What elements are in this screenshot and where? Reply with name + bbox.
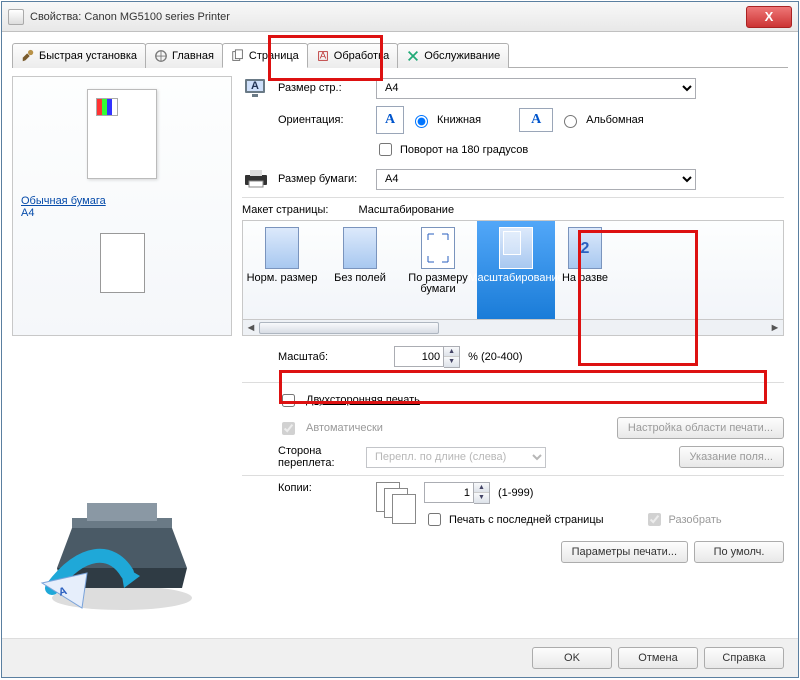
auto-duplex-checkbox — [282, 422, 295, 435]
scroll-left-arrow[interactable]: ◄ — [243, 322, 259, 334]
rotate180-label: Поворот на 180 градусов — [400, 144, 528, 156]
page-size-select[interactable]: A4 — [376, 78, 696, 99]
preview-panel: Обычная бумага A4 — [12, 76, 232, 336]
layout-item-scaled[interactable]: Масштабирование — [477, 221, 555, 319]
tab-quick-setup[interactable]: Быстрая установка — [12, 43, 146, 68]
collate-label: Разобрать — [669, 514, 722, 526]
tab-page[interactable]: Страница — [222, 43, 308, 68]
help-button[interactable]: Справка — [704, 647, 784, 669]
copies-down[interactable]: ▼ — [474, 493, 489, 503]
duplex-checkbox[interactable] — [282, 394, 295, 407]
tab-processing[interactable]: A Обработка — [307, 43, 398, 68]
tab-maintenance[interactable]: Обслуживание — [397, 43, 509, 68]
copies-up[interactable]: ▲ — [474, 483, 489, 493]
window-title: Свойства: Canon MG5100 series Printer — [30, 11, 746, 23]
layout-item-label: На разве — [562, 273, 608, 284]
ok-button[interactable]: OK — [532, 647, 612, 669]
from-last-checkbox[interactable] — [428, 513, 441, 526]
wrench-icon — [21, 49, 35, 63]
stamp-icon: A — [316, 49, 330, 63]
printer-illustration: A — [12, 473, 232, 623]
orientation-row: Ориентация: A Книжная A Альбомная — [242, 106, 784, 134]
margin-button: Указание поля... — [679, 446, 784, 468]
print-area-button: Настройка области печати... — [617, 417, 784, 439]
scale-range: % (20-400) — [468, 351, 522, 363]
tab-label: Главная — [172, 50, 214, 62]
paper-size-row: Размер бумаги: A4 — [242, 167, 784, 191]
tools-icon — [406, 49, 420, 63]
globe-icon — [154, 49, 168, 63]
copies-spinner[interactable]: ▲▼ — [424, 482, 490, 504]
pages-icon — [231, 49, 245, 63]
app-icon — [8, 9, 24, 25]
portrait-icon: A — [376, 106, 404, 134]
auto-duplex-label: Автоматически — [306, 422, 383, 434]
scale-row: Масштаб: ▲▼ % (20-400) — [242, 346, 784, 368]
layout-item-label: Без полей — [334, 273, 386, 284]
layout-item-normal[interactable]: Норм. размер — [243, 221, 321, 319]
print-params-button[interactable]: Параметры печати... — [561, 541, 688, 563]
preview-info: Обычная бумага A4 — [21, 195, 223, 219]
svg-text:A: A — [320, 51, 327, 62]
landscape-icon: A — [519, 108, 553, 132]
layout-item-label: Норм. размер — [247, 273, 318, 284]
tab-label: Обслуживание — [424, 50, 500, 62]
dialog-footer: OK Отмена Справка — [2, 638, 798, 677]
rotate180-row: Поворот на 180 градусов — [342, 140, 784, 159]
cancel-button[interactable]: Отмена — [618, 647, 698, 669]
page-preview-thumb — [87, 89, 157, 179]
binding-side-label: Сторона переплета: — [278, 445, 358, 469]
scroll-right-arrow[interactable]: ► — [767, 322, 783, 334]
layout-item-fit[interactable]: По размеру бумаги — [399, 221, 477, 319]
layout-scrollbar[interactable]: ◄ ► — [242, 320, 784, 336]
printer-properties-window: Свойства: Canon MG5100 series Printer X … — [1, 1, 799, 678]
layout-item-borderless[interactable]: Без полей — [321, 221, 399, 319]
svg-text:A: A — [251, 80, 259, 92]
scale-input[interactable] — [394, 346, 444, 367]
paper-size-select[interactable]: A4 — [376, 169, 696, 190]
tab-main[interactable]: Главная — [145, 43, 223, 68]
layout-gallery: Норм. размер Без полей По размеру бумаги… — [242, 220, 784, 320]
preview-paper-type: Обычная бумага — [21, 195, 106, 207]
layout-label: Макет страницы: — [242, 204, 328, 216]
printer-icon — [242, 167, 270, 191]
paper-size-label: Размер бумаги: — [278, 173, 368, 185]
layout-item-multi[interactable]: 2На разве — [555, 221, 615, 319]
rotate180-checkbox[interactable] — [379, 143, 392, 156]
layout-item-label: Масштабирование — [468, 273, 564, 284]
tab-label: Быстрая установка — [39, 50, 137, 62]
landscape-radio[interactable] — [564, 115, 577, 128]
portrait-radio[interactable] — [415, 115, 428, 128]
copies-input[interactable] — [424, 482, 474, 503]
scale-label: Масштаб: — [278, 351, 328, 363]
layout-selected-name: Масштабирование — [358, 204, 454, 216]
from-last-label: Печать с последней страницы — [449, 514, 604, 526]
scale-spinner[interactable]: ▲▼ — [394, 346, 460, 368]
portrait-label: Книжная — [437, 114, 481, 126]
collate-checkbox — [648, 513, 661, 526]
small-page-preview — [100, 233, 145, 293]
tab-strip: Быстрая установка Главная Страница A Обр… — [12, 42, 788, 68]
tab-label: Обработка — [334, 50, 389, 62]
page-size-label: Размер стр.: — [278, 82, 368, 94]
layout-item-label: По размеру бумаги — [399, 273, 477, 295]
landscape-label: Альбомная — [586, 114, 644, 126]
binding-side-select: Перепл. по длине (слева) — [366, 447, 546, 468]
defaults-button[interactable]: По умолч. — [694, 541, 784, 563]
scroll-thumb[interactable] — [259, 322, 439, 334]
close-button[interactable]: X — [746, 6, 792, 28]
copies-range: (1-999) — [498, 487, 533, 499]
spin-up[interactable]: ▲ — [444, 347, 459, 357]
duplex-label: Двухсторонняя печать — [306, 394, 420, 406]
orientation-label: Ориентация: — [278, 114, 368, 126]
monitor-icon: A — [242, 76, 270, 100]
page-size-row: A Размер стр.: A4 — [242, 76, 784, 100]
spin-down[interactable]: ▼ — [444, 357, 459, 367]
copies-icon — [376, 482, 416, 522]
preview-paper-size: A4 — [21, 207, 223, 219]
titlebar: Свойства: Canon MG5100 series Printer X — [2, 2, 798, 32]
tab-label: Страница — [249, 50, 299, 62]
copies-label: Копии: — [278, 482, 368, 494]
